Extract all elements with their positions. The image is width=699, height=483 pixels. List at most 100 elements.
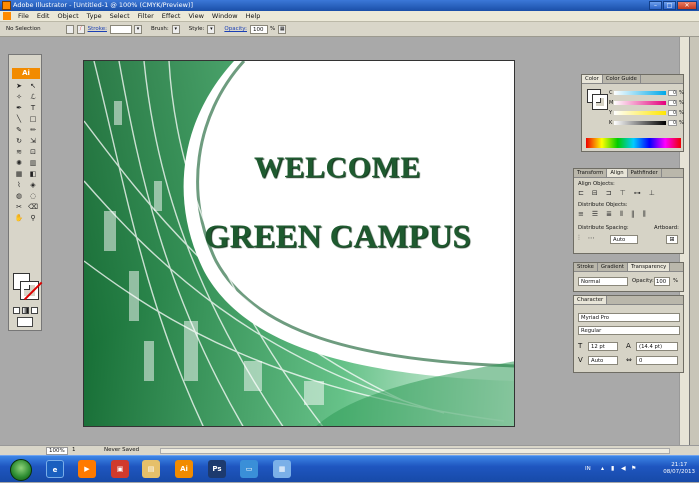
stroke-weight-dropdown[interactable]: ▾ [133, 24, 142, 34]
file-explorer-icon[interactable]: ▤ [142, 460, 160, 478]
horizontal-spacing-icon[interactable]: ⋯ [588, 234, 595, 243]
opacity-label[interactable]: Opacity: [224, 26, 247, 32]
menu-help[interactable]: Help [242, 12, 265, 20]
magenta-slider[interactable] [614, 101, 666, 105]
spacing-input[interactable]: Auto [610, 235, 638, 244]
magic-wand-icon[interactable]: ✧ [12, 92, 26, 103]
hand-tool-icon[interactable]: ✋ [12, 213, 26, 224]
stroke-swatch-dropdown[interactable]: ⧸ [76, 24, 85, 34]
close-button[interactable]: ✕ [677, 1, 697, 10]
internet-explorer-icon[interactable]: e [46, 460, 64, 478]
menu-type[interactable]: Type [83, 12, 106, 20]
rotate-tool-icon[interactable]: ↻ [12, 136, 26, 147]
blend-mode-select[interactable]: Normal [578, 277, 628, 286]
line-tool-icon[interactable]: ╲ [12, 114, 26, 125]
direct-selection-icon[interactable]: ↖ [26, 81, 40, 92]
align-right-icon[interactable]: ⊐ [606, 189, 612, 197]
opacity-input[interactable]: 100 [249, 24, 268, 34]
black-slider[interactable] [614, 121, 666, 125]
distribute-vcenter-icon[interactable]: ☰ [592, 210, 598, 219]
cyan-input[interactable]: 0 [668, 90, 677, 96]
clock[interactable]: 21:17 08/07/2013 [663, 462, 695, 476]
rectangle-tool-icon[interactable]: □ [26, 114, 40, 125]
flag-icon[interactable]: ⚑ [631, 465, 636, 472]
align-hcenter-icon[interactable]: ⊟ [592, 189, 598, 197]
slice-tool-icon[interactable]: ✂ [12, 202, 26, 213]
distribute-hcenter-icon[interactable]: ‖ [631, 210, 635, 219]
font-size-input[interactable]: 12 pt [588, 342, 618, 351]
office-icon[interactable]: ▣ [111, 460, 129, 478]
stroke-preview[interactable] [592, 94, 608, 110]
free-transform-icon[interactable]: ⊡ [26, 147, 40, 158]
document-icon[interactable] [3, 12, 11, 20]
lasso-icon[interactable]: ℒ [26, 92, 40, 103]
distribute-left-icon[interactable]: ⫴ [620, 210, 623, 219]
document-setup-icon[interactable]: ▦ [278, 24, 287, 34]
mesh-tool-icon[interactable]: ▦ [12, 169, 26, 180]
maximize-button[interactable]: □ [663, 1, 676, 10]
tab-transform[interactable]: Transform [574, 169, 608, 177]
page-number[interactable]: 1 [72, 447, 76, 453]
menu-filter[interactable]: Filter [134, 12, 158, 20]
warp-tool-icon[interactable]: ≋ [12, 147, 26, 158]
fill-swatch[interactable] [65, 24, 74, 34]
tab-color-guide[interactable]: Color Guide [603, 75, 641, 83]
selection-tool-icon[interactable]: ➤ [12, 81, 26, 92]
show-hidden-icons-icon[interactable]: ▴ [601, 465, 604, 472]
tab-pathfinder[interactable]: Pathfinder [628, 169, 662, 177]
pen-tool-icon[interactable]: ✒ [12, 103, 26, 114]
black-input[interactable]: 0 [668, 120, 677, 126]
type-tool-icon[interactable]: T [26, 103, 40, 114]
menu-edit[interactable]: Edit [33, 12, 54, 20]
vertical-spacing-icon[interactable]: ⫶ [578, 234, 580, 243]
yellow-slider[interactable] [614, 111, 666, 115]
menu-select[interactable]: Select [106, 12, 134, 20]
screen-mode-icon[interactable] [17, 317, 33, 327]
start-button[interactable] [10, 459, 32, 481]
tab-character[interactable]: Character [574, 296, 608, 304]
network-icon[interactable]: ▮ [611, 465, 614, 472]
style-dropdown[interactable]: ▾ [207, 24, 216, 34]
distribute-right-icon[interactable]: ⫼ [642, 210, 645, 219]
pencil-icon[interactable]: ✏ [26, 125, 40, 136]
volume-icon[interactable]: ◀ [621, 465, 626, 472]
menu-window[interactable]: Window [208, 12, 242, 20]
tab-align[interactable]: Align [607, 169, 628, 177]
tab-transparency[interactable]: Transparency [627, 263, 671, 271]
eyedropper-icon[interactable]: ⌇ [12, 180, 26, 191]
tab-stroke[interactable]: Stroke [574, 263, 598, 271]
kerning-input[interactable]: Auto [588, 356, 618, 365]
cyan-slider[interactable] [614, 91, 666, 95]
stroke-swatch-icon[interactable] [20, 281, 39, 300]
minimize-button[interactable]: – [649, 1, 662, 10]
font-family-select[interactable]: Myriad Pro [578, 313, 680, 322]
magenta-input[interactable]: 0 [668, 100, 677, 106]
menu-file[interactable]: File [14, 12, 33, 20]
menu-view[interactable]: View [184, 12, 207, 20]
stroke-weight-input[interactable] [109, 24, 132, 34]
column-graph-icon[interactable]: ▥ [26, 158, 40, 169]
distribute-top-icon[interactable]: ≡ [578, 210, 584, 219]
align-top-icon[interactable]: ⊤ [620, 189, 626, 197]
eraser-icon[interactable]: ⌫ [26, 202, 40, 213]
zoom-tool-icon[interactable]: ⚲ [26, 213, 40, 224]
horizontal-scrollbar[interactable] [160, 448, 670, 454]
language-indicator[interactable]: IN [585, 466, 591, 472]
distribute-bottom-icon[interactable]: ≣ [606, 210, 612, 219]
yellow-input[interactable]: 0 [668, 110, 677, 116]
color-spectrum-bar[interactable] [586, 138, 681, 148]
symbol-sprayer-icon[interactable]: ✺ [12, 158, 26, 169]
stroke-label[interactable]: Stroke: [88, 26, 107, 32]
align-vcenter-icon[interactable]: ⊶ [634, 189, 641, 197]
tab-gradient[interactable]: Gradient [598, 263, 628, 271]
welcome-heading[interactable]: WELCOME [84, 151, 514, 185]
fill-stroke-swatches[interactable] [13, 273, 43, 301]
align-to-artboard-icon[interactable]: ⊞ [666, 235, 678, 244]
gradient-mode-icon[interactable] [22, 307, 29, 314]
artboard[interactable]: WELCOME GREEN CAMPUS [83, 60, 515, 427]
blend-tool-icon[interactable]: ◈ [26, 180, 40, 191]
gradient-tool-icon[interactable]: ◧ [26, 169, 40, 180]
menu-object[interactable]: Object [53, 12, 82, 20]
none-mode-icon[interactable] [31, 307, 38, 314]
scale-tool-icon[interactable]: ⇲ [26, 136, 40, 147]
